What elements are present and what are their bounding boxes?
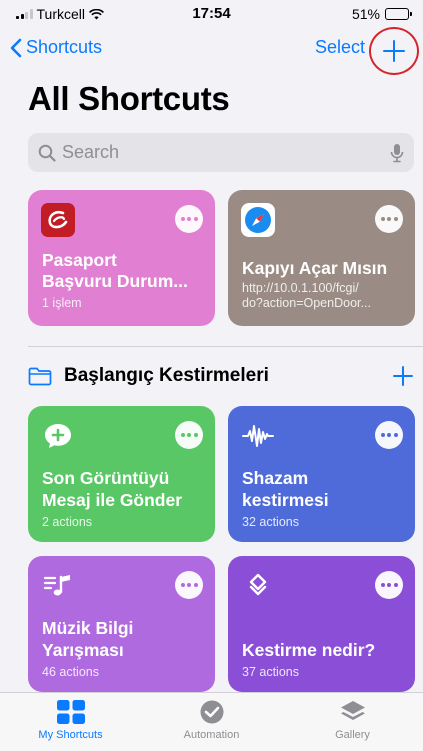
microphone-icon[interactable] <box>390 143 404 163</box>
shortcut-title-line2: Mesaj ile Gönder <box>42 490 183 510</box>
search-icon <box>38 144 56 162</box>
shortcut-title: Kestirme nedir? <box>242 640 376 660</box>
tab-bar: My Shortcuts Automation Gallery <box>0 692 423 751</box>
plus-icon <box>383 40 405 62</box>
more-button[interactable] <box>375 421 403 449</box>
shortcut-subtitle: 1 işlem <box>42 296 82 310</box>
tab-gallery[interactable]: Gallery <box>282 693 423 751</box>
layers-icon <box>340 701 365 720</box>
automation-check-icon <box>200 700 223 724</box>
section-divider <box>28 346 423 347</box>
chevron-left-icon <box>10 38 22 57</box>
section-title: Başlangıç Kestirmeleri <box>64 365 269 386</box>
tab-label: Gallery <box>335 729 370 741</box>
battery-percent: 51% <box>351 6 380 22</box>
grid-icon <box>56 700 85 724</box>
navigation-bar: Shortcuts Select <box>0 27 423 75</box>
shortcut-subtitle-line2: do?action=OpenDoor... <box>242 296 371 310</box>
shortcut-subtitle: 37 actions <box>242 665 299 679</box>
add-to-folder-button[interactable] <box>392 365 414 387</box>
battery: 51% <box>351 6 412 22</box>
more-button[interactable] <box>175 571 203 599</box>
more-button[interactable] <box>375 571 403 599</box>
shortcut-title-line2: Başvuru Durum... <box>42 271 188 291</box>
shortcut-title: Müzik Bilgi <box>42 618 134 638</box>
more-button[interactable] <box>175 205 203 233</box>
starter-card-son-goruntu[interactable]: Son Görüntüyü Mesaj ile Gönder 2 actions <box>28 406 215 542</box>
status-bar: Turkcell 17:54 51% <box>0 0 423 26</box>
section-header: Başlangıç Kestirmeleri <box>28 358 414 394</box>
battery-icon <box>385 8 412 20</box>
waveform-icon <box>241 419 275 453</box>
shortcut-title: Son Görüntüyü <box>42 468 170 488</box>
shortcut-card-pasaport[interactable]: Pasaport Başvuru Durum... 1 işlem <box>28 190 215 326</box>
music-list-icon <box>41 569 75 603</box>
shortcuts-app-icon <box>241 569 275 603</box>
edevlet-app-icon <box>41 203 75 237</box>
safari-icon <box>241 203 275 237</box>
shortcut-subtitle: http://10.0.1.100/fcgi/ <box>242 281 359 295</box>
starter-card-muzik-bilgi[interactable]: Müzik Bilgi Yarışması 46 actions <box>28 556 215 692</box>
tab-my-shortcuts[interactable]: My Shortcuts <box>0 693 141 751</box>
more-button[interactable] <box>175 421 203 449</box>
shortcut-subtitle: 32 actions <box>242 515 299 529</box>
page-title: All Shortcuts <box>28 80 230 117</box>
back-button[interactable]: Shortcuts <box>10 37 102 58</box>
shortcut-card-kapiyi-acar[interactable]: Kapıyı Açar Mısın http://10.0.1.100/fcgi… <box>228 190 415 326</box>
shortcut-title-line2: kestirmesi <box>242 490 329 510</box>
tab-label: Automation <box>183 729 240 741</box>
message-plus-icon <box>41 419 75 453</box>
shortcut-title-line2: Yarışması <box>42 640 124 660</box>
shortcut-subtitle: 2 actions <box>42 515 93 529</box>
shortcut-title: Pasaport <box>42 250 117 270</box>
shortcut-title: Kapıyı Açar Mısın <box>242 258 388 278</box>
folder-icon <box>28 367 52 385</box>
more-button[interactable] <box>375 205 403 233</box>
shortcut-subtitle: 46 actions <box>42 665 99 679</box>
select-button[interactable]: Select <box>315 37 365 58</box>
search-placeholder: Search <box>62 142 120 162</box>
starter-card-shazam[interactable]: Shazam kestirmesi 32 actions <box>228 406 415 542</box>
add-shortcut-button[interactable] <box>369 27 419 75</box>
tab-label: My Shortcuts <box>38 729 103 741</box>
back-label: Shortcuts <box>26 37 103 57</box>
starter-card-kestirme-nedir[interactable]: Kestirme nedir? 37 actions <box>228 556 415 692</box>
search-input[interactable]: Search <box>28 133 414 172</box>
tab-automation[interactable]: Automation <box>141 693 282 751</box>
shortcut-title: Shazam <box>242 468 309 488</box>
